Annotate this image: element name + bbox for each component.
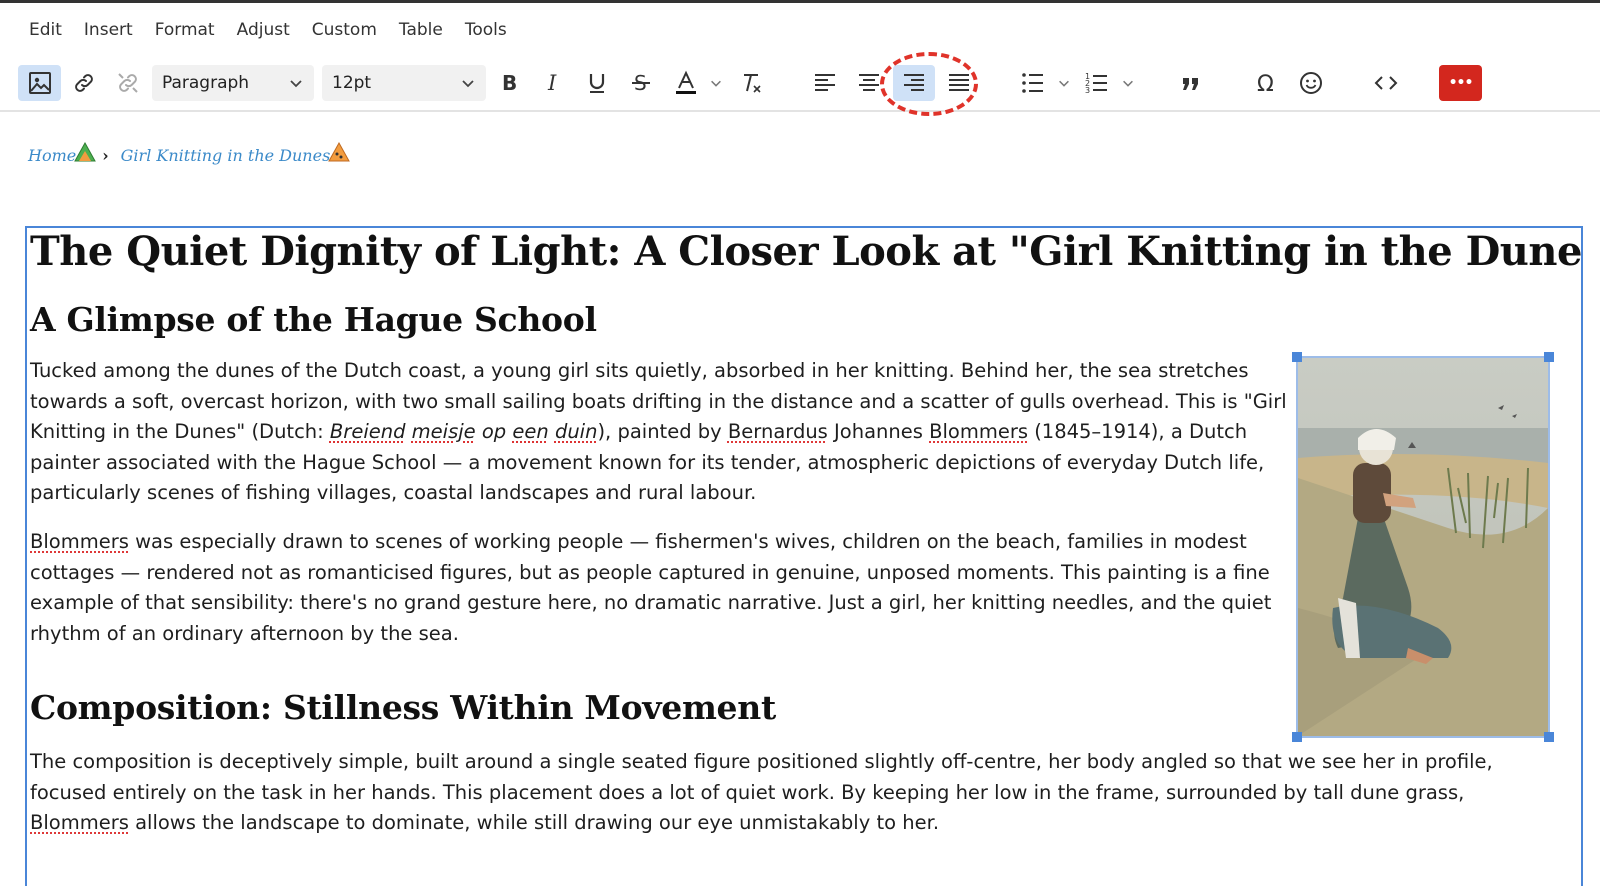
align-center-icon: [857, 72, 881, 94]
chevron-down-icon: [709, 76, 723, 90]
menu-adjust[interactable]: Adjust: [226, 14, 301, 48]
bold-icon: B: [498, 71, 520, 95]
menu-format[interactable]: Format: [144, 14, 226, 48]
text-color-icon: [674, 70, 698, 96]
breadcrumb-home-label: Home: [28, 146, 76, 165]
svg-text:I: I: [547, 71, 557, 95]
align-right-button[interactable]: [893, 65, 935, 101]
text-color-button[interactable]: [668, 65, 704, 101]
menu-bar: Edit Insert Format Adjust Custom Table T…: [18, 14, 518, 48]
paragraph-blommers: Blommers was especially drawn to scenes …: [30, 527, 1292, 649]
unlink-icon: [116, 71, 140, 95]
bold-button[interactable]: B: [492, 65, 526, 101]
align-left-icon: [813, 72, 837, 94]
resize-handle-bottom-right[interactable]: [1544, 732, 1554, 742]
emoji-button[interactable]: [1294, 65, 1328, 101]
italic-icon: I: [542, 71, 564, 95]
resize-handle-top-left[interactable]: [1292, 352, 1302, 362]
chevron-down-icon: [1121, 76, 1135, 90]
breadcrumb: Home › Girl Knitting in the Dunes: [28, 146, 344, 165]
svg-text:B: B: [502, 71, 517, 95]
blockquote-button[interactable]: [1174, 65, 1208, 101]
link-icon: [72, 71, 96, 95]
menu-edit[interactable]: Edit: [18, 14, 73, 48]
section-heading-composition: Composition: Stillness Within Movement: [30, 688, 776, 727]
chevron-down-icon: [1057, 76, 1071, 90]
strikethrough-button[interactable]: S: [624, 65, 658, 101]
block-format-value: Paragraph: [162, 73, 249, 93]
clear-formatting-button[interactable]: [734, 65, 768, 101]
insert-link-button[interactable]: [66, 65, 102, 101]
justify-icon: [947, 72, 971, 94]
code-icon: [1374, 72, 1398, 94]
menu-table[interactable]: Table: [388, 14, 454, 48]
numbered-list-icon: 1 2 3: [1085, 71, 1109, 95]
font-size-select[interactable]: 12pt: [322, 65, 486, 101]
underline-button[interactable]: [580, 65, 614, 101]
window-top-border: [0, 0, 1600, 3]
resize-handle-top-right[interactable]: [1544, 352, 1554, 362]
omega-icon: Ω: [1255, 71, 1279, 95]
warning-icon: [328, 142, 350, 162]
toolbar: Paragraph 12pt B I S 1 2 3 Ω •••: [0, 58, 1600, 112]
italic-button[interactable]: I: [536, 65, 570, 101]
quote-icon: [1180, 72, 1202, 94]
underline-icon: [586, 71, 608, 95]
svg-text:3: 3: [1085, 86, 1090, 95]
menu-custom[interactable]: Custom: [301, 14, 388, 48]
selected-painting-image[interactable]: [1296, 356, 1550, 738]
section-heading-hague-school: A Glimpse of the Hague School: [30, 300, 597, 339]
align-left-button[interactable]: [808, 65, 842, 101]
font-size-value: 12pt: [332, 73, 371, 93]
chevron-down-icon: [460, 75, 476, 91]
paragraph-intro: Tucked among the dunes of the Dutch coas…: [30, 356, 1292, 509]
smiley-icon: [1299, 71, 1323, 95]
menu-insert[interactable]: Insert: [73, 14, 144, 48]
justify-button[interactable]: [942, 65, 976, 101]
breadcrumb-current-label: Girl Knitting in the Dunes: [121, 146, 331, 165]
text-color-dropdown[interactable]: [706, 65, 726, 101]
numbered-list-dropdown[interactable]: [1118, 65, 1138, 101]
more-options-button[interactable]: •••: [1439, 65, 1482, 101]
breadcrumb-home[interactable]: Home: [28, 146, 90, 165]
image-icon: [28, 71, 52, 95]
align-center-button[interactable]: [852, 65, 886, 101]
warning-icon: [74, 142, 96, 162]
insert-image-button[interactable]: [18, 65, 61, 101]
paragraph-composition: The composition is deceptively simple, b…: [30, 747, 1530, 839]
block-format-select[interactable]: Paragraph: [152, 65, 314, 101]
painting-girl-knitting-image: [1298, 358, 1548, 736]
breadcrumb-current[interactable]: Girl Knitting in the Dunes: [121, 146, 345, 165]
breadcrumb-separator: ›: [102, 146, 108, 165]
bullet-list-icon: [1021, 72, 1045, 94]
bullet-list-dropdown[interactable]: [1054, 65, 1074, 101]
special-character-button[interactable]: Ω: [1250, 65, 1284, 101]
resize-handle-bottom-left[interactable]: [1292, 732, 1302, 742]
numbered-list-button[interactable]: 1 2 3: [1080, 65, 1114, 101]
page-title: The Quiet Dignity of Light: A Closer Loo…: [30, 228, 1583, 275]
unlink-button[interactable]: [110, 65, 146, 101]
source-code-button[interactable]: [1368, 65, 1404, 101]
align-right-icon: [902, 72, 926, 94]
bullet-list-button[interactable]: [1016, 65, 1050, 101]
svg-text:Ω: Ω: [1257, 72, 1274, 95]
strikethrough-icon: S: [630, 71, 652, 95]
chevron-down-icon: [288, 75, 304, 91]
clear-formatting-icon: [739, 71, 763, 95]
more-dots-icon: •••: [1449, 75, 1473, 91]
menu-tools[interactable]: Tools: [454, 14, 518, 48]
